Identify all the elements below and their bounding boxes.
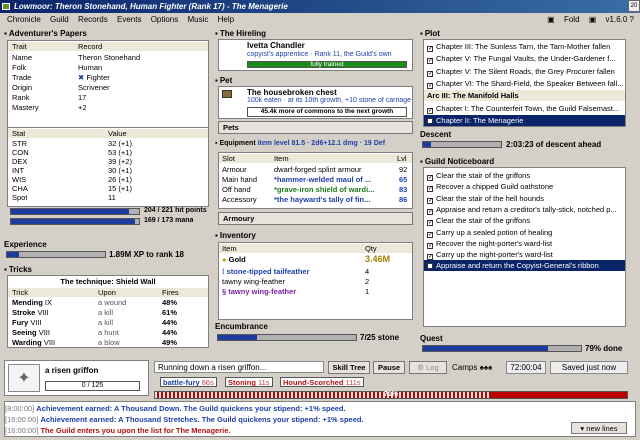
menu-help[interactable]: Help: [218, 15, 234, 24]
saved-status: Saved just now: [550, 361, 628, 374]
notice-item[interactable]: ✓ Appraise and return a creditor's tally-…: [424, 204, 625, 215]
hireling-name: Ivetta Chandler: [247, 41, 305, 50]
notice-item[interactable]: Appraise and return the Copyist-General'…: [424, 260, 625, 272]
monster-box: ✦ a risen griffon 0 / 125: [4, 360, 149, 396]
log-panel: [8:00:00] Achievement earned: A Thousand…: [4, 401, 636, 437]
plot-panel: Plot ✓Chapter III: The Sunless Tarn, the…: [420, 28, 628, 128]
fighter-icon: ✖: [78, 73, 85, 82]
title-bar: Lowmoor: Theron Stonehand, Human Fighter…: [0, 0, 640, 13]
checkbox-icon: ✓: [427, 186, 434, 193]
hp-bar: [10, 208, 140, 215]
notice-item[interactable]: ✓ Carry up the night-porter's ward-list: [424, 249, 625, 261]
checkbox-icon: ✓: [427, 220, 434, 227]
tricks-panel: Tricks The technique: Shield Wall TrickU…: [4, 264, 211, 348]
menu-music[interactable]: Music: [188, 15, 209, 24]
checkbox-icon: [427, 263, 433, 270]
plot-item[interactable]: Chapter II: The Menagerie: [424, 114, 625, 126]
noticeboard-panel: Guild Noticeboard ✓Clear the stair of th…: [420, 156, 628, 332]
notice-item[interactable]: ✓ Clear the stair of the hell hounds: [424, 193, 625, 204]
equipment-panel: Equipment item level 81.5 · 2d6+12.1 dmg…: [215, 138, 415, 228]
notice-item[interactable]: ✓ Clear the stair of the griffons: [424, 215, 625, 227]
checkbox-icon: ✓: [427, 82, 434, 89]
experience-panel: Experience 1.89M XP to rank 18: [4, 240, 184, 259]
plot-item[interactable]: ✓ Chapter V: The Silent Roads, the Grey P…: [424, 66, 625, 77]
notice-item[interactable]: ✓ Clear the stair of the griffons: [424, 170, 625, 181]
plot-item[interactable]: ✓ Chapter III: The Sunless Tarn, the Tarn…: [424, 41, 625, 52]
status-text: Running down a risen griffon...: [154, 361, 324, 373]
chest-icon: [222, 90, 232, 98]
notice-item[interactable]: ✓ Recover a chipped Guild oathstone: [424, 181, 625, 193]
pets-tab[interactable]: Pets: [218, 121, 413, 134]
timer: 72:00:04: [506, 361, 546, 374]
xp-bar: [6, 251, 106, 258]
plot-item[interactable]: Arc III: The Manifold Halls: [424, 90, 625, 102]
corner-badge: 20: [628, 0, 640, 12]
checkbox-icon: ✓: [427, 231, 434, 238]
checkbox-icon: ✓: [427, 197, 434, 204]
inventory-panel: Inventory ItemQty ● Gold3.46M ⁞ stone-ti…: [215, 230, 415, 322]
buff-chip: battle-fury 86s: [160, 377, 217, 387]
checkbox-icon: ✓: [427, 208, 434, 215]
quest-panel: Quest 79% done: [420, 334, 623, 353]
menu-chronicle[interactable]: Chronicle: [7, 15, 41, 24]
plot-item[interactable]: ✓ Chapter VI: The Shard-Field, the Speake…: [424, 78, 625, 89]
stats-table: Stat Value STR 32 (+1) CON 53 (+1) DEX 39 (+…: [7, 127, 209, 207]
menu-records[interactable]: Records: [78, 15, 108, 24]
papers-title: Adventurer's Papers: [4, 28, 211, 39]
mana-label: 169 / 173 mana: [144, 217, 194, 224]
checkbox-icon: [427, 117, 433, 124]
checkbox-icon: ✓: [427, 58, 434, 65]
main-progress-bar: 71%: [154, 391, 628, 399]
notice-item[interactable]: ✓ Carry up a sealed potion of healing: [424, 227, 625, 238]
papers-panel: Adventurer's Papers TraitRecord NameTher…: [4, 28, 211, 238]
hireling-panel: The Hireling Ivetta Chandler copyist's a…: [215, 28, 415, 73]
menu-events[interactable]: Events: [117, 15, 141, 24]
camps-label: Camps ♠♠♠: [452, 363, 493, 372]
window-title: Lowmoor: Theron Stonehand, Human Fighter…: [14, 2, 288, 11]
log-button[interactable]: ⚙ Log: [409, 361, 447, 374]
hp-label: 204 / 221 hit points: [144, 207, 207, 214]
buff-chip: Stoning 11s: [225, 377, 273, 387]
checkbox-icon: ✓: [427, 70, 434, 77]
pause-button[interactable]: Pause: [373, 361, 405, 374]
pet-panel: Pet The housebroken chest 100k eaten · a…: [215, 75, 415, 135]
encumbrance-panel: Encumbrance 7/25 stone: [215, 322, 400, 342]
menu-guild[interactable]: Guild: [50, 15, 69, 24]
notice-item[interactable]: ✓ Recover the night-porter's ward-list: [424, 238, 625, 249]
menu-options[interactable]: Options: [151, 15, 179, 24]
app-icon: [2, 3, 10, 10]
mana-bar: [10, 218, 140, 225]
checkbox-icon: ✓: [427, 175, 434, 181]
fold-button[interactable]: ▣ Fold: [547, 15, 579, 24]
skill-tree-button[interactable]: Skill Tree: [328, 361, 370, 374]
checkbox-icon: ✓: [427, 107, 434, 114]
pet-bar: 45.4k more of commons to the next growth: [247, 107, 407, 117]
armoury-tab[interactable]: Armoury: [218, 212, 413, 225]
plot-item[interactable]: ✓ Chapter V: The Fungal Vaults, the Under…: [424, 53, 625, 65]
buff-chip: Hound-Scorched 111s: [280, 377, 364, 387]
menu-bar: Chronicle Guild Records Events Options M…: [7, 15, 634, 24]
checkbox-icon: ✓: [427, 46, 434, 52]
hireling-bar: fully trained: [247, 61, 407, 68]
version-label: ▣ v1.6.0: [588, 15, 628, 24]
new-lines-button[interactable]: ▾ new lines: [571, 422, 627, 434]
technique-label: The technique: Shield Wall: [60, 277, 156, 286]
plot-item[interactable]: ✓ Chapter I: The Counterfeit Town, the Gu…: [424, 103, 625, 114]
griffon-icon: ✦: [8, 364, 40, 392]
flame-icon: ♠♠♠: [479, 363, 493, 372]
checkbox-icon: ✓: [427, 242, 434, 249]
checkbox-icon: ✓: [427, 254, 434, 261]
descent-panel: Descent 2:03:23 of descent ahead: [420, 130, 602, 149]
